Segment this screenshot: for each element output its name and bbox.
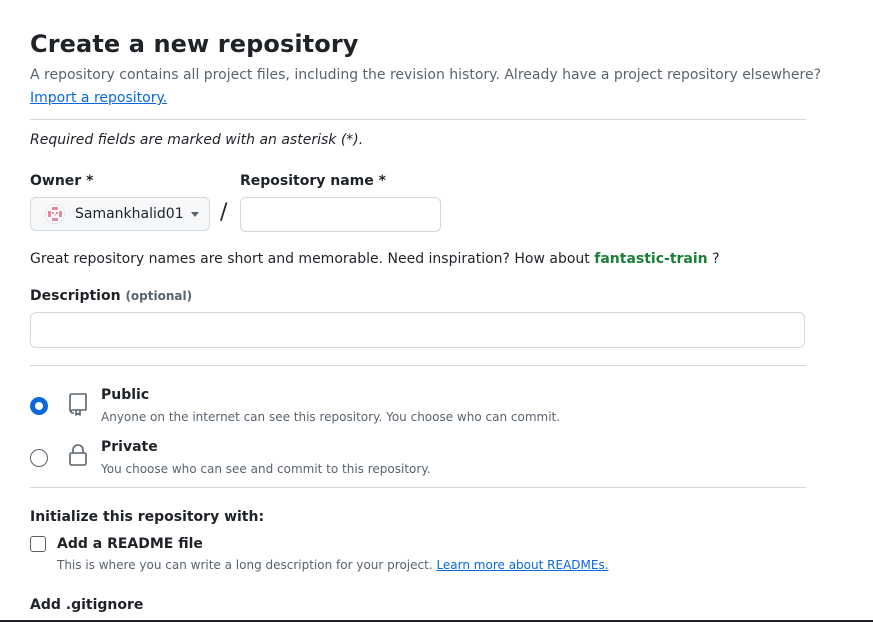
repository-name-label: Repository name * xyxy=(240,173,386,189)
repository-name-input[interactable] xyxy=(240,197,441,232)
description-label-text: Description xyxy=(30,288,121,304)
readme-checkbox[interactable] xyxy=(30,536,46,552)
owner-repo-separator: / xyxy=(220,200,228,225)
readme-label[interactable]: Add a README file xyxy=(57,536,203,552)
private-title: Private xyxy=(101,439,158,455)
private-radio[interactable] xyxy=(30,449,48,467)
divider xyxy=(30,487,806,488)
description-label: Description (optional) xyxy=(30,288,192,304)
public-description: Anyone on the internet can see this repo… xyxy=(101,410,561,424)
page-subtitle: A repository contains all project files,… xyxy=(30,67,822,83)
chevron-down-icon xyxy=(191,212,199,217)
owner-label: Owner * xyxy=(30,173,94,189)
repo-icon xyxy=(69,393,87,416)
public-radio[interactable] xyxy=(30,397,48,415)
learn-more-readme-link[interactable]: Learn more about READMEs. xyxy=(436,558,608,572)
owner-name: Samankhalid01 xyxy=(75,206,184,222)
hint-suffix: ? xyxy=(707,251,720,267)
gitignore-heading: Add .gitignore xyxy=(30,597,144,613)
import-repository-link[interactable]: Import a repository. xyxy=(30,90,167,106)
name-suggestion-link[interactable]: fantastic-train xyxy=(594,251,707,267)
public-title: Public xyxy=(101,387,150,403)
identicon-avatar xyxy=(45,204,65,224)
divider xyxy=(30,365,806,366)
private-description: You choose who can see and commit to thi… xyxy=(101,462,431,476)
readme-description-text: This is where you can write a long descr… xyxy=(57,558,433,572)
hint-text: Great repository names are short and mem… xyxy=(30,251,595,267)
owner-select[interactable]: Samankhalid01 xyxy=(30,197,210,231)
required-fields-note: Required fields are marked with an aster… xyxy=(30,132,364,148)
description-input[interactable] xyxy=(30,312,805,348)
divider xyxy=(30,119,806,120)
optional-tag: (optional) xyxy=(125,289,193,303)
page-title: Create a new repository xyxy=(30,30,359,58)
initialize-heading: Initialize this repository with: xyxy=(30,509,265,525)
repository-name-hint: Great repository names are short and mem… xyxy=(30,251,720,267)
lock-icon xyxy=(69,444,87,466)
readme-description: This is where you can write a long descr… xyxy=(57,558,609,572)
